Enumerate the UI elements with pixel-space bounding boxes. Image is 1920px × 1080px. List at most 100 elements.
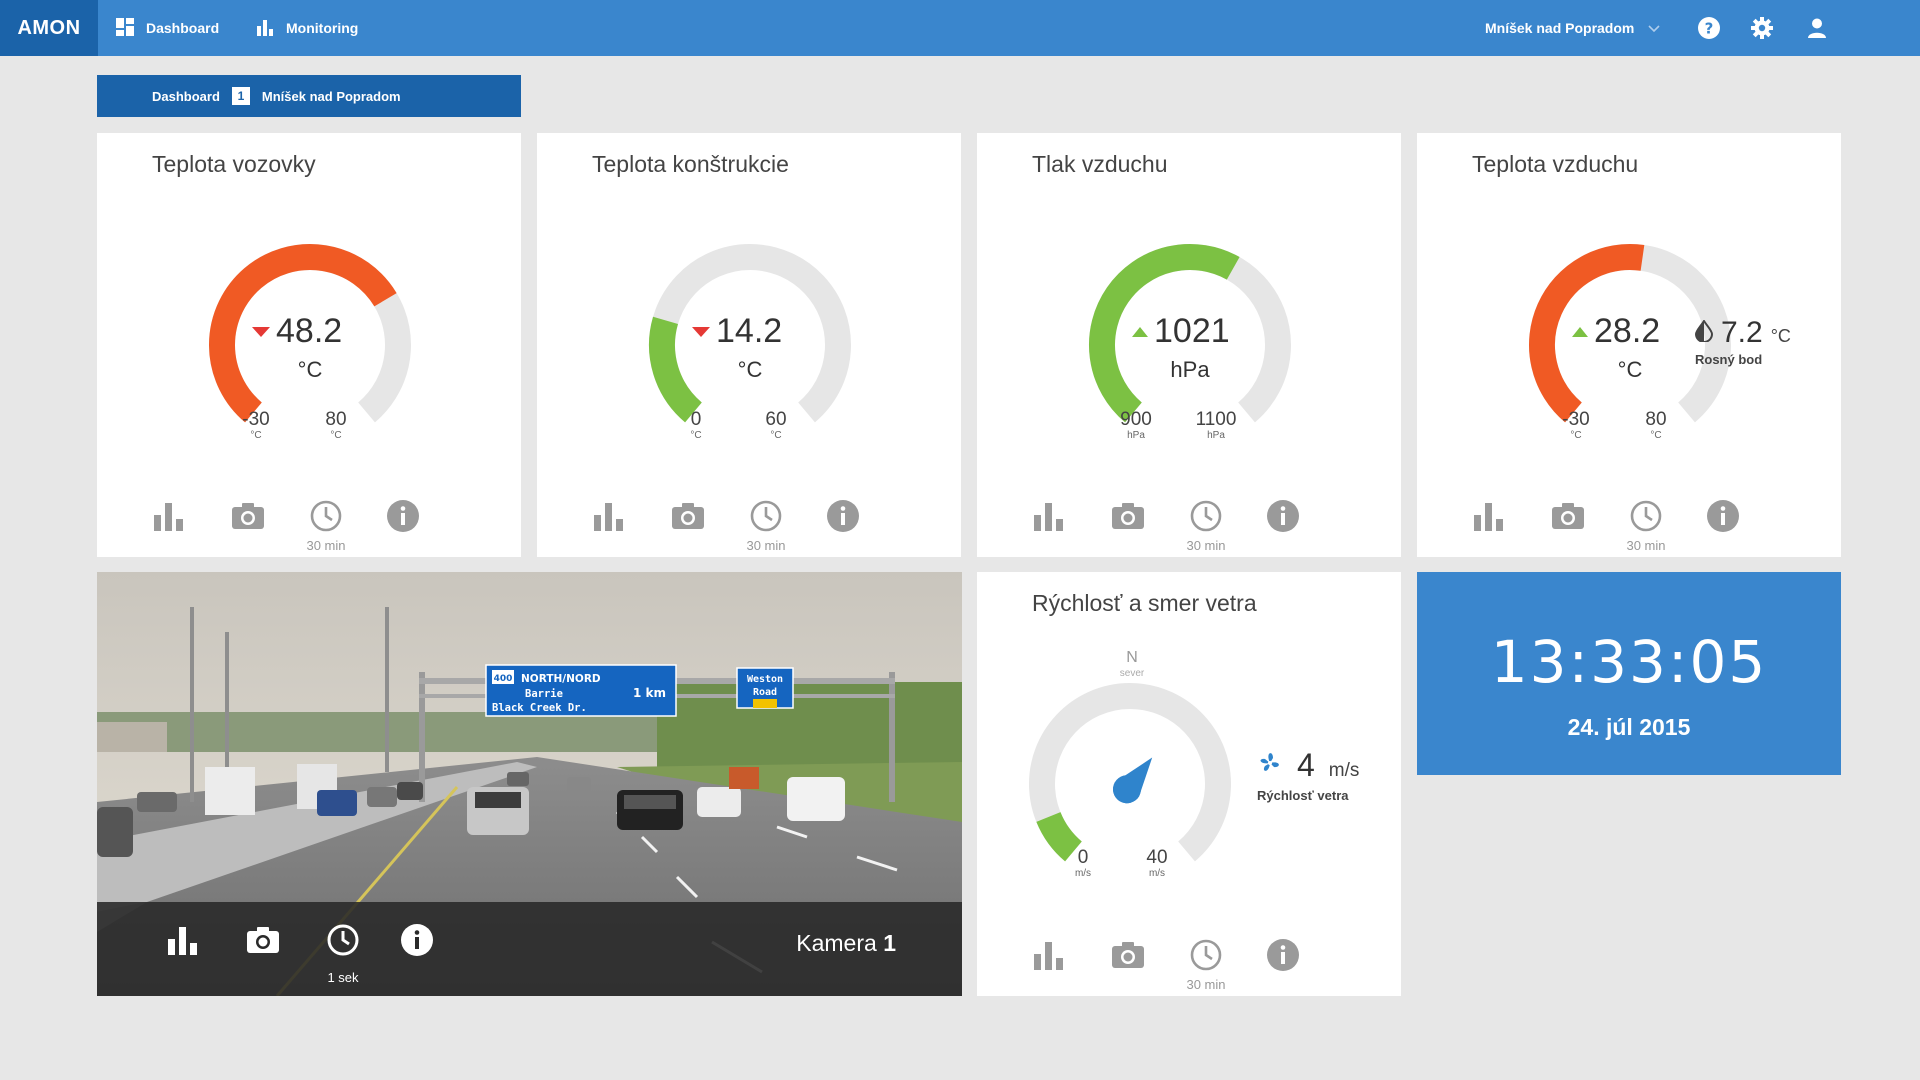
gauge-value: 28.2 [1594,312,1661,350]
snapshot-button[interactable] [668,498,708,538]
location-select-value: Mníšek nad Popradom [1485,20,1635,36]
history-button[interactable] [1626,498,1666,538]
card-air-pressure: Tlak vzduchu 1021 hPa 900 hPa 1100 hPa 30 min [977,133,1401,557]
info-button[interactable] [1703,498,1743,538]
clock-panel: 13:33:05 24. júl 2015 [1417,572,1841,775]
bar-chart-icon [1032,940,1066,975]
camera-icon [246,926,280,959]
help-icon[interactable]: ? [1695,14,1723,42]
brand-logo[interactable]: AMON [0,0,98,56]
chart-button[interactable] [149,498,189,538]
gauge-max-unit: m/s [1148,868,1166,879]
side-sign-line-2: Road [753,687,777,698]
location-select[interactable]: Mníšek nad Popradom [1485,0,1660,56]
info-button[interactable] [397,922,437,962]
trend-up-icon [1572,326,1588,337]
gauge-max: 60 °C [754,409,798,442]
gauge-reading: 14.2 [692,312,782,351]
gauge-max-value: 80 [1645,409,1667,430]
chart-button[interactable] [589,498,629,538]
gauge-value: 14.2 [716,312,783,350]
camera-name: Kamera 1 [796,930,896,957]
sign-line-3: Black Creek Dr. [492,702,587,714]
user-icon[interactable] [1803,14,1831,42]
gauge-max: 1100 hPa [1194,410,1238,442]
chart-button[interactable] [163,922,203,962]
info-button[interactable] [823,498,863,538]
dew-point-label: Rosný bod [1695,352,1763,367]
history-button[interactable] [1186,937,1226,977]
snapshot-button[interactable] [243,922,283,962]
refresh-interval-label: 1 sek [327,970,359,985]
trend-down-icon [692,326,710,337]
gear-icon[interactable] [1748,14,1776,42]
camera-name-prefix: Kamera [796,930,877,956]
breadcrumb-root[interactable]: Dashboard [152,89,220,104]
gauge-max-unit: °C [330,430,342,441]
gauge-min: 0 m/s [1063,847,1103,880]
snapshot-button[interactable] [1548,498,1588,538]
side-sign-line-1: Weston [747,674,783,685]
clock-icon [326,923,360,962]
clock-icon [309,499,343,538]
trend-up-icon [1132,326,1148,337]
history-button[interactable] [746,498,786,538]
info-button[interactable] [1263,937,1303,977]
dew-point-value: 7.2 [1721,316,1763,349]
info-icon [826,499,860,538]
trend-down-icon [252,326,270,337]
gauge-reading: 48.2 [252,312,342,351]
info-button[interactable] [383,498,423,538]
gauge-min: 0 °C [674,409,718,442]
sign-line-1: NORTH/NORD [521,673,601,685]
bar-chart-icon [256,18,274,39]
gauge-unit: °C [1617,357,1643,382]
clock-icon [1629,499,1663,538]
chart-button[interactable] [1029,937,1069,977]
chart-button[interactable] [1469,498,1509,538]
camera-icon [671,502,705,535]
gauge-min: -30 °C [234,410,278,442]
snapshot-button[interactable] [1108,498,1148,538]
wind-speed-unit: m/s [1328,760,1360,781]
history-interval-label: 30 min [1186,977,1226,992]
card-air-temperature: Teplota vzduchu 28.2 °C -30 °C 80 °C 7.2 °C Rosný… [1417,133,1841,557]
card-structure-temperature: Teplota konštrukcie 14.2 °C 0 °C 60 °C 30 min [537,133,961,557]
gauge-min-unit: °C [1570,430,1582,441]
info-button[interactable] [1263,498,1303,538]
breadcrumb-location[interactable]: Mníšek nad Popradom [262,89,401,104]
nav-dashboard[interactable]: Dashboard [116,0,219,56]
refresh-interval-button[interactable] [323,922,363,962]
clock-icon [749,499,783,538]
history-interval-label: 30 min [1186,538,1226,553]
camera-icon [1111,941,1145,974]
bar-chart-icon [166,925,200,960]
card-road-temperature: Teplota vozovky 48.2 °C -30 °C 80 °C 30 min [97,133,521,557]
dew-point-unit: °C [1770,326,1791,346]
camera-panel[interactable]: 400 NORTH/NORD Barrie Black Creek Dr. 1 … [97,572,962,996]
gauge-max-value: 60 [765,409,787,430]
card-toolbar: 30 min [1417,498,1841,558]
gauge-max-unit: °C [770,430,782,441]
history-button[interactable] [306,498,346,538]
card-toolbar: 30 min [977,498,1401,558]
nav-monitoring[interactable]: Monitoring [256,0,358,56]
drop-half-icon [1694,319,1714,347]
wind-speed-label: Rýchlosť vetra [1257,788,1349,803]
info-icon [1266,499,1300,538]
gauge-min-value: 0 [1077,847,1089,868]
bar-chart-icon [1472,501,1506,536]
chart-button[interactable] [1029,498,1069,538]
camera-name-number: 1 [883,930,896,956]
gauge-unit: °C [297,357,323,382]
svg-text:?: ? [1705,20,1714,38]
history-button[interactable] [1186,498,1226,538]
gauge-min-unit: °C [250,430,262,441]
info-icon [386,499,420,538]
snapshot-button[interactable] [1108,937,1148,977]
gauge-max: 80 °C [1634,409,1678,442]
gauge-unit: °C [737,357,763,382]
gauge-reading: 28.2 [1572,312,1660,351]
gauge-min-value: 0 [690,409,702,430]
snapshot-button[interactable] [228,498,268,538]
